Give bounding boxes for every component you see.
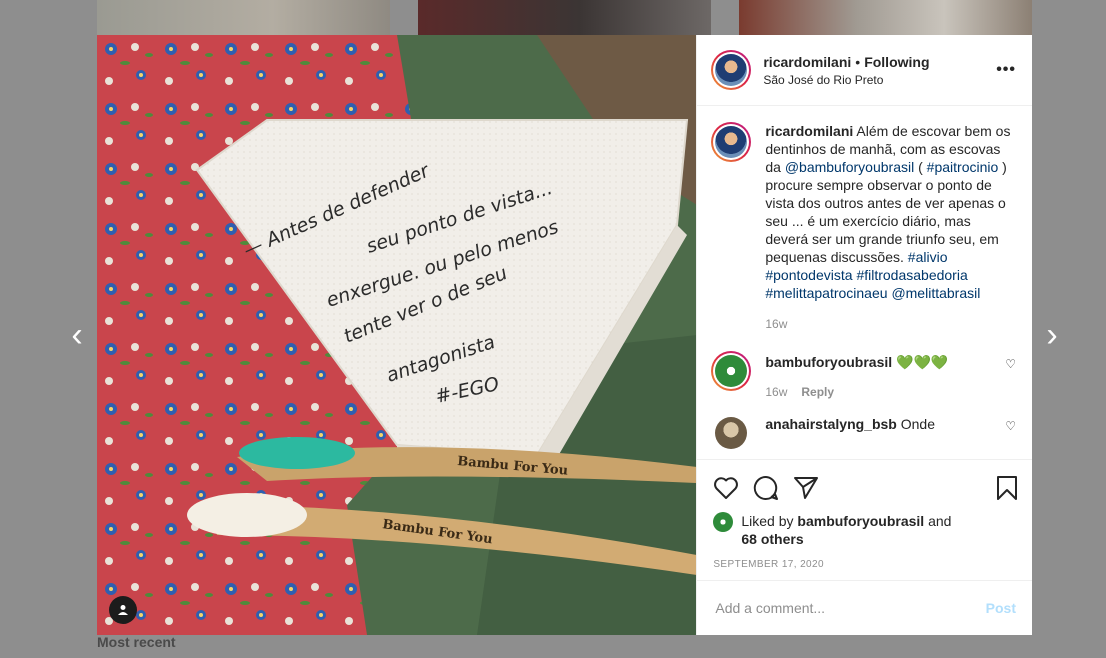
tagged-users-button[interactable] bbox=[109, 596, 137, 624]
hashtag-link[interactable]: #filtrodasabedoria bbox=[856, 267, 967, 283]
save-bookmark-icon[interactable] bbox=[996, 475, 1018, 501]
comments-list[interactable]: ricardomilani Além de escovar bem os den… bbox=[697, 106, 1032, 459]
most-recent-heading: Most recent bbox=[97, 634, 176, 650]
next-post-arrow-icon[interactable]: › bbox=[1037, 318, 1067, 352]
post-header: ricardomilani • Following São José do Rio … bbox=[697, 35, 1032, 106]
post-sidebar: ricardomilani • Following São José do Rio … bbox=[696, 35, 1032, 635]
like-heart-icon[interactable] bbox=[713, 476, 739, 500]
like-comment-heart-icon[interactable]: ♡ bbox=[1005, 357, 1016, 371]
hashtag-link[interactable]: #melittapatrocinaeu bbox=[765, 285, 887, 301]
commenter-avatar[interactable] bbox=[711, 413, 751, 453]
comment: bambuforyoubrasil 💚💚💚 16w Reply ♡ bbox=[711, 351, 1016, 401]
author-username[interactable]: ricardomilani bbox=[763, 54, 851, 70]
comment-time[interactable]: 16w bbox=[765, 385, 787, 399]
location-link[interactable]: São José do Rio Preto bbox=[763, 73, 996, 87]
post-comment-button[interactable]: Post bbox=[986, 600, 1016, 616]
post-date[interactable]: SEPTEMBER 17, 2020 bbox=[713, 559, 1018, 570]
author-avatar[interactable] bbox=[711, 122, 752, 162]
user-icon bbox=[118, 605, 128, 615]
add-comment-bar: Post bbox=[697, 580, 1032, 635]
hashtag-link[interactable]: #pontodevista bbox=[765, 267, 852, 283]
reply-button[interactable]: Reply bbox=[801, 385, 834, 399]
mention-link[interactable]: @bambuforyoubrasil bbox=[785, 159, 914, 175]
post-actions: Liked by bambuforyoubrasil and 68 others… bbox=[697, 459, 1032, 580]
hashtag-link[interactable]: #paitrocinio bbox=[927, 159, 999, 175]
commenter-avatar[interactable] bbox=[711, 351, 752, 391]
comment-bubble-icon[interactable] bbox=[753, 475, 779, 501]
comment-username[interactable]: bambuforyoubrasil bbox=[765, 354, 892, 370]
likes-others-link[interactable]: 68 others bbox=[741, 531, 803, 547]
like-comment-heart-icon[interactable]: ♡ bbox=[1005, 419, 1016, 433]
add-comment-input[interactable] bbox=[713, 599, 986, 617]
likes-summary: Liked by bambuforyoubrasil and 68 others bbox=[713, 512, 1018, 548]
comment-text: Onde bbox=[896, 416, 935, 432]
hashtag-link[interactable]: #alivio bbox=[908, 249, 948, 265]
more-options-icon[interactable]: ••• bbox=[996, 61, 1016, 79]
liker-avatar[interactable] bbox=[713, 512, 734, 532]
author-avatar[interactable] bbox=[711, 50, 752, 90]
share-send-icon[interactable] bbox=[793, 476, 819, 500]
liker-username[interactable]: bambuforyoubrasil bbox=[797, 513, 924, 529]
grid-thumbnail[interactable] bbox=[418, 0, 711, 35]
comment: anahairstalyng_bsb Onde ♡ bbox=[711, 413, 1016, 453]
caption-text: ( bbox=[914, 159, 927, 175]
likes-and: and bbox=[924, 513, 952, 529]
caption-username[interactable]: ricardomilani bbox=[765, 123, 853, 139]
caption-time[interactable]: 16w bbox=[765, 317, 787, 331]
grid-thumbnail[interactable] bbox=[97, 0, 390, 35]
following-button[interactable]: Following bbox=[864, 54, 929, 70]
comment-username[interactable]: anahairstalyng_bsb bbox=[765, 416, 897, 432]
mention-link[interactable]: @melittabrasil bbox=[891, 285, 980, 301]
caption: ricardomilani Além de escovar bem os den… bbox=[711, 122, 1016, 333]
post-photo[interactable]: — Antes de defender seu ponto de vista..… bbox=[97, 35, 697, 635]
previous-post-arrow-icon[interactable]: ‹ bbox=[62, 318, 92, 352]
likes-prefix: Liked by bbox=[741, 513, 798, 529]
grid-thumbnail[interactable] bbox=[739, 0, 1032, 35]
comment-text: 💚💚💚 bbox=[896, 354, 949, 370]
post-modal: — Antes de defender seu ponto de vista..… bbox=[97, 35, 1032, 635]
